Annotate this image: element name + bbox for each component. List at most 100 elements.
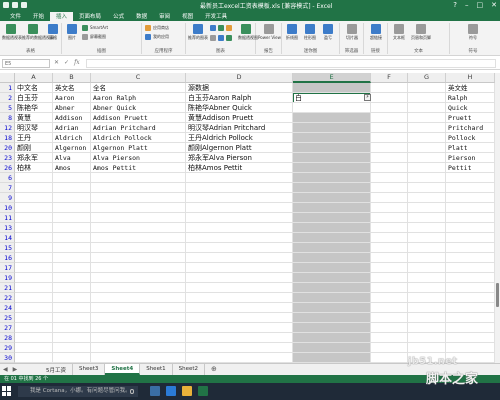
cell-h[interactable]: Platt (446, 143, 500, 153)
column-header-f[interactable]: F (371, 73, 408, 83)
name-box[interactable]: E5 (2, 59, 50, 68)
excel-app-icon[interactable] (198, 386, 208, 396)
cell-d[interactable]: 王丹Aldrich Pollock (186, 133, 293, 143)
cell-d[interactable]: 明汉琴Adrian Pritchard (186, 123, 293, 133)
select-all-corner[interactable] (0, 73, 15, 83)
row-header[interactable]: 1 (0, 83, 15, 93)
cell-c[interactable]: Addison Pruett (91, 113, 186, 123)
enter-icon[interactable]: ✓ (64, 59, 69, 66)
cell-c[interactable]: Algernon Platt (91, 143, 186, 153)
cell-c[interactable]: 全名 (91, 83, 186, 93)
save-icon[interactable] (3, 2, 9, 8)
cell-d[interactable]: 郑永军Alva Pierson (186, 153, 293, 163)
cell-b[interactable]: Aaron (53, 93, 91, 103)
recommended-pivot-button[interactable]: 推荐的数据透视表 (22, 24, 54, 41)
row-header[interactable]: 7 (0, 183, 15, 193)
row-header[interactable]: 14 (0, 233, 15, 243)
cell-e[interactable] (293, 83, 371, 93)
row-header[interactable]: 29 (0, 343, 15, 353)
power-view-button[interactable]: Power View (258, 24, 281, 40)
row-header[interactable]: 10 (0, 203, 15, 213)
area-chart-icon[interactable] (218, 35, 224, 41)
cell-e[interactable] (293, 163, 371, 173)
cell-b[interactable]: Amos (53, 163, 91, 173)
minimize-icon[interactable]: – (465, 1, 469, 9)
undo-icon[interactable] (12, 2, 18, 8)
cell-a[interactable]: 明汉琴 (15, 123, 53, 133)
hyperlink-button[interactable]: 超链接 (367, 24, 385, 41)
pie-chart-icon[interactable] (226, 25, 232, 31)
cell-a[interactable]: 柏林 (15, 163, 53, 173)
column-header-b[interactable]: B (53, 73, 91, 83)
table-button[interactable]: 表格 (46, 24, 60, 41)
tab-insert[interactable]: 插入 (50, 12, 74, 21)
slicer-button[interactable]: 切片器 (343, 24, 361, 41)
tab-formulas[interactable]: 公式 (107, 12, 130, 21)
column-header-e[interactable]: E (293, 73, 371, 83)
windows-start-icon[interactable] (2, 386, 12, 396)
chart-gallery[interactable] (210, 25, 236, 43)
row-header[interactable]: 2 (0, 93, 15, 103)
row-header[interactable]: 20 (0, 143, 15, 153)
cell-b[interactable]: Aldrich (53, 133, 91, 143)
cell-b[interactable]: Addison (53, 113, 91, 123)
row-header[interactable]: 23 (0, 153, 15, 163)
row-header[interactable]: 22 (0, 293, 15, 303)
row-header[interactable]: 18 (0, 133, 15, 143)
row-header[interactable]: 21 (0, 283, 15, 293)
fx-icon[interactable]: fx (74, 59, 80, 66)
next-sheet-icon[interactable]: ▶ (13, 366, 18, 373)
cancel-icon[interactable]: ✕ (54, 59, 59, 66)
cell-c[interactable]: Adrian Pritchard (91, 123, 186, 133)
redo-icon[interactable] (21, 2, 27, 8)
tab-home[interactable]: 开始 (27, 12, 50, 21)
row-header[interactable]: 25 (0, 313, 15, 323)
scatter-chart-icon[interactable] (226, 35, 232, 41)
flash-fill-options-icon[interactable]: ⚡ (364, 94, 371, 101)
row-header[interactable]: 6 (0, 173, 15, 183)
cell-h[interactable]: Pritchard (446, 123, 500, 133)
row-header[interactable]: 28 (0, 333, 15, 343)
header-footer-button[interactable]: 页眉和页脚 (410, 24, 432, 41)
row-header[interactable]: 12 (0, 123, 15, 133)
cell-a[interactable]: 中文名 (15, 83, 53, 93)
cell-c[interactable]: Amos Pettit (91, 163, 186, 173)
row-header[interactable]: 27 (0, 323, 15, 333)
tab-view[interactable]: 视图 (176, 12, 199, 21)
row-header[interactable]: 11 (0, 213, 15, 223)
cell-e[interactable] (293, 103, 371, 113)
column-header-g[interactable]: G (408, 73, 446, 83)
row-header[interactable]: 13 (0, 223, 15, 233)
task-view-icon[interactable] (150, 386, 160, 396)
row-header[interactable]: 17 (0, 263, 15, 273)
cell-a[interactable]: 黄慧 (15, 113, 53, 123)
cell-a[interactable]: 陈艳华 (15, 103, 53, 113)
cell-c[interactable]: Abner Quick (91, 103, 186, 113)
sparkline-line-button[interactable]: 折线图 (284, 24, 300, 41)
cell-e[interactable] (293, 113, 371, 123)
store-button[interactable]: 应用商店 (145, 25, 169, 31)
sparkline-winloss-button[interactable]: 盈亏 (320, 24, 336, 41)
maximize-icon[interactable]: □ (477, 1, 484, 9)
cell-e[interactable]: 白 (293, 93, 371, 103)
cell-h[interactable]: Quick (446, 103, 500, 113)
microphone-icon[interactable] (130, 389, 134, 394)
row-header[interactable]: 24 (0, 303, 15, 313)
sheet-tab-sheet1[interactable]: Sheet1 (140, 364, 173, 375)
smartart-button[interactable]: SmartArt (82, 25, 108, 31)
line-chart-icon[interactable] (218, 25, 224, 31)
cell-e[interactable] (293, 133, 371, 143)
column-header-d[interactable]: D (186, 73, 293, 83)
file-explorer-icon[interactable] (182, 386, 192, 396)
worksheet-grid[interactable]: A B C D E F G H 1 2 5 8 12 18 20 23 26 6 7 9 10 11 13 1… (0, 73, 500, 363)
sheet-tab-may-salary[interactable]: 5月工资 (40, 364, 73, 375)
symbol-button[interactable]: 符号 (464, 24, 482, 41)
row-header[interactable]: 9 (0, 193, 15, 203)
cell-h[interactable]: 英文姓 (446, 83, 500, 93)
row-header[interactable]: 30 (0, 353, 15, 363)
column-header-h[interactable]: H (446, 73, 495, 83)
close-icon[interactable]: ✕ (491, 1, 497, 9)
prev-sheet-icon[interactable]: ◀ (3, 366, 8, 373)
edge-browser-icon[interactable] (166, 386, 176, 396)
pictures-button[interactable]: 图片 (65, 24, 79, 41)
